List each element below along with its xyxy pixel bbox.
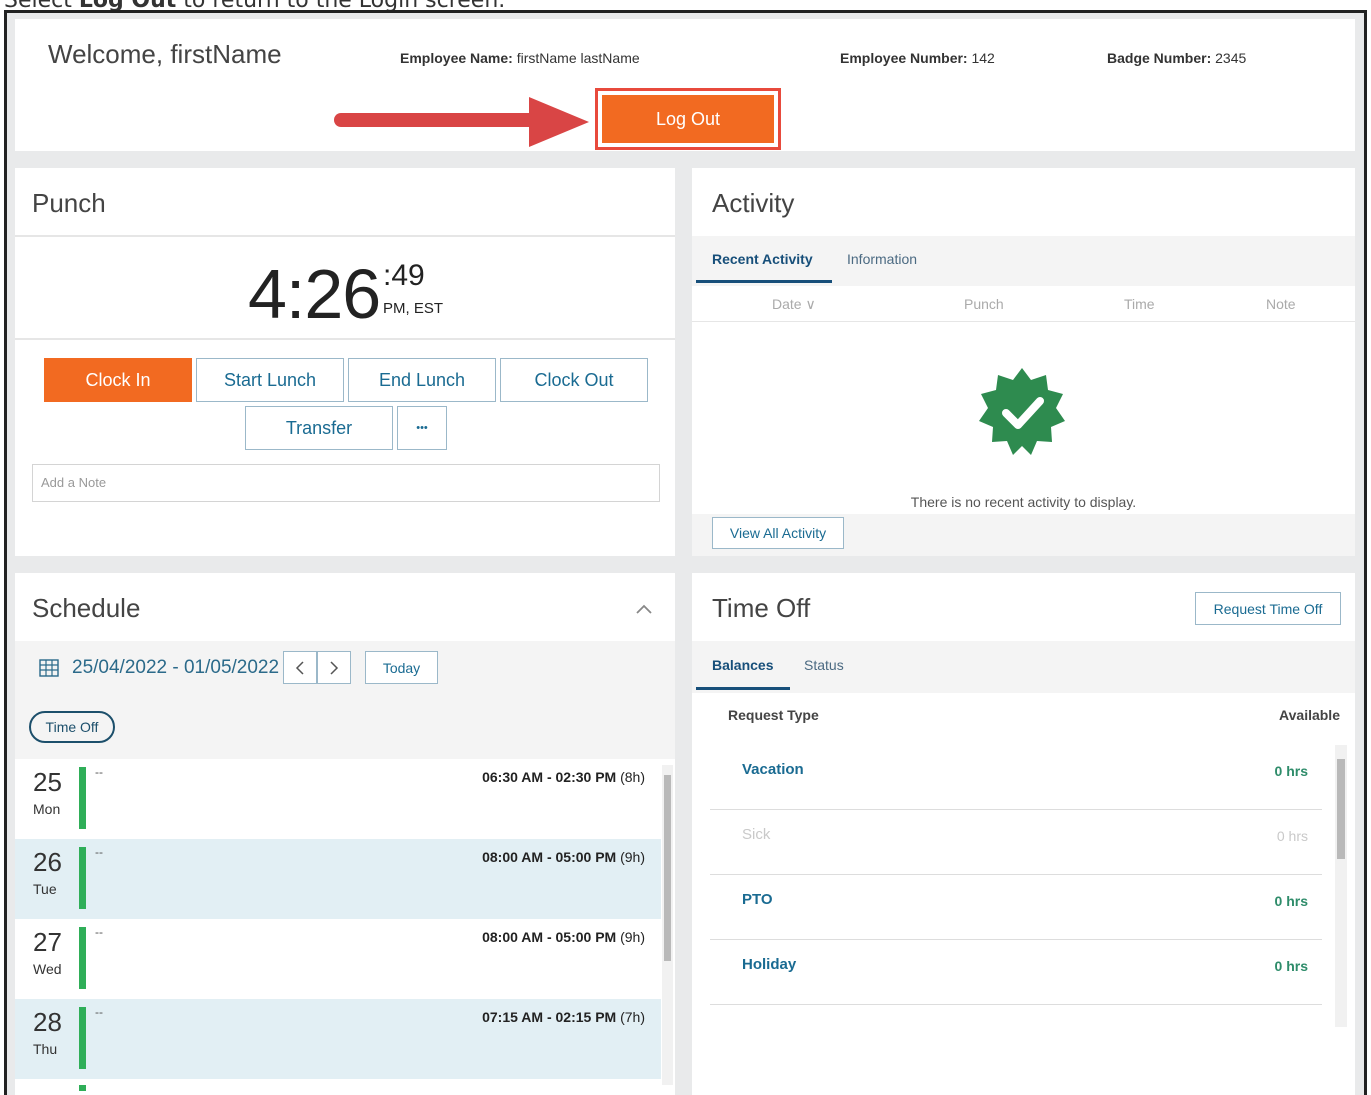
schedule-row[interactable]: 28 Thu -- 07:15 AM - 02:15 PM (7h) bbox=[15, 999, 661, 1079]
shift-bar bbox=[79, 847, 86, 909]
balance-row[interactable]: PTO 0 hrs bbox=[710, 875, 1322, 940]
schedule-panel: Schedule 25/04/2022 - 01/05/2022 Today T… bbox=[15, 573, 675, 1095]
tab-balances[interactable]: Balances bbox=[712, 657, 773, 673]
balance-row[interactable]: Holiday 0 hrs bbox=[710, 940, 1322, 1005]
empty-activity-message: There is no recent activity to display. bbox=[910, 494, 1137, 510]
request-type[interactable]: Holiday bbox=[742, 956, 796, 973]
time-off-filter-pill[interactable]: Time Off bbox=[29, 711, 115, 743]
shift-time: 08:00 AM - 05:00 PM (9h) bbox=[482, 849, 645, 865]
shift-bar bbox=[79, 927, 86, 989]
scrollbar-thumb[interactable] bbox=[1337, 759, 1345, 859]
day-name: Wed bbox=[33, 961, 62, 977]
col-available: Available bbox=[1279, 707, 1340, 723]
day-number: 25 bbox=[33, 767, 62, 797]
shift-note: -- bbox=[95, 1005, 103, 1019]
divider bbox=[15, 338, 675, 340]
available-hours: 0 hrs bbox=[1274, 958, 1308, 974]
request-type[interactable]: Vacation bbox=[742, 761, 804, 778]
app-window: Welcome, firstName Employee Name: firstN… bbox=[4, 10, 1367, 1095]
shift-time: 08:00 AM - 05:00 PM (9h) bbox=[482, 929, 645, 945]
day-name: Tue bbox=[33, 881, 57, 897]
clock-timezone: PM, EST bbox=[383, 300, 444, 317]
divider bbox=[15, 235, 675, 237]
scrollbar-thumb[interactable] bbox=[664, 775, 671, 961]
day-number: 26 bbox=[33, 847, 62, 877]
time-off-panel: Time Off Request Time Off Balances Statu… bbox=[692, 573, 1355, 1095]
date-range[interactable]: 25/04/2022 - 01/05/2022 bbox=[72, 657, 279, 679]
start-lunch-button[interactable]: Start Lunch bbox=[196, 358, 344, 402]
welcome-title: Welcome, firstName bbox=[48, 39, 282, 69]
activity-panel: Activity Recent Activity Information Dat… bbox=[692, 168, 1355, 556]
available-hours: 0 hrs bbox=[1274, 763, 1308, 779]
schedule-scrollbar[interactable] bbox=[662, 765, 673, 1085]
calendar-icon[interactable] bbox=[39, 659, 59, 677]
next-week-button[interactable] bbox=[317, 651, 351, 684]
schedule-row[interactable]: 26 Tue -- 08:00 AM - 05:00 PM (9h) bbox=[15, 839, 661, 919]
activity-title: Activity bbox=[712, 188, 795, 218]
more-options-button[interactable]: ••• bbox=[397, 406, 447, 450]
view-all-activity-button[interactable]: View All Activity bbox=[712, 517, 844, 549]
balance-row[interactable]: Vacation 0 hrs bbox=[710, 745, 1322, 810]
request-type: Sick bbox=[742, 826, 771, 843]
punch-panel: Punch 4:26 :49 PM, EST Clock In Start Lu… bbox=[15, 168, 675, 556]
shift-bar bbox=[79, 1007, 86, 1069]
shift-note: -- bbox=[95, 925, 103, 939]
schedule-title: Schedule bbox=[32, 593, 141, 623]
col-date[interactable]: Date ∨ bbox=[772, 296, 816, 313]
pointer-arrow-icon bbox=[334, 97, 589, 147]
day-name: Thu bbox=[33, 1041, 58, 1057]
active-tab-indicator bbox=[696, 280, 832, 283]
time-off-title: Time Off bbox=[712, 593, 811, 623]
available-hours: 0 hrs bbox=[1276, 828, 1308, 844]
time-off-tab-bar bbox=[692, 641, 1355, 693]
clock-out-button[interactable]: Clock Out bbox=[500, 358, 648, 402]
today-button[interactable]: Today bbox=[365, 651, 438, 684]
col-request-type: Request Type bbox=[728, 707, 819, 723]
col-punch: Punch bbox=[964, 296, 1004, 312]
time-off-scrollbar[interactable] bbox=[1335, 745, 1347, 1027]
shift-time: 07:15 AM - 02:15 PM (7h) bbox=[482, 1009, 645, 1025]
request-type[interactable]: PTO bbox=[742, 891, 773, 908]
day-number: 27 bbox=[33, 927, 62, 957]
end-lunch-button[interactable]: End Lunch bbox=[348, 358, 496, 402]
employee-name: Employee Name: firstName lastName bbox=[400, 50, 640, 66]
check-badge-icon bbox=[979, 368, 1065, 455]
clock-time: 4:26 bbox=[248, 255, 381, 333]
tab-recent-activity[interactable]: Recent Activity bbox=[712, 251, 813, 267]
tab-information[interactable]: Information bbox=[847, 251, 917, 267]
punch-title: Punch bbox=[32, 188, 106, 218]
transfer-button[interactable]: Transfer bbox=[245, 406, 393, 450]
chevron-up-icon[interactable] bbox=[635, 603, 653, 615]
header: Welcome, firstName Employee Name: firstN… bbox=[15, 19, 1355, 151]
schedule-row[interactable]: 27 Wed -- 08:00 AM - 05:00 PM (9h) bbox=[15, 919, 661, 999]
shift-note: -- bbox=[95, 845, 103, 859]
shift-note: -- bbox=[95, 765, 103, 779]
col-time: Time bbox=[1124, 296, 1155, 312]
available-hours: 0 hrs bbox=[1274, 893, 1308, 909]
clock-in-button[interactable]: Clock In bbox=[44, 358, 192, 402]
day-number: 28 bbox=[33, 1007, 62, 1037]
tab-status[interactable]: Status bbox=[804, 657, 844, 673]
clock-seconds: :49 bbox=[383, 259, 425, 292]
shift-bar bbox=[79, 1085, 86, 1091]
logout-button[interactable]: Log Out bbox=[602, 95, 774, 143]
shift-time: 06:30 AM - 02:30 PM (8h) bbox=[482, 769, 645, 785]
request-time-off-button[interactable]: Request Time Off bbox=[1195, 592, 1341, 625]
badge-number: Badge Number: 2345 bbox=[1107, 50, 1247, 66]
shift-bar bbox=[79, 767, 86, 829]
balance-row: Sick 0 hrs bbox=[710, 810, 1322, 875]
day-name: Mon bbox=[33, 801, 61, 817]
employee-number: Employee Number: 142 bbox=[840, 50, 995, 66]
col-note: Note bbox=[1266, 296, 1296, 312]
chevron-left-icon bbox=[295, 660, 304, 675]
schedule-row[interactable]: 25 Mon -- 06:30 AM - 02:30 PM (8h) bbox=[15, 759, 661, 839]
active-tab-indicator bbox=[696, 687, 790, 690]
chevron-right-icon bbox=[330, 660, 339, 675]
note-input[interactable]: Add a Note bbox=[32, 464, 660, 502]
prev-week-button[interactable] bbox=[283, 651, 317, 684]
